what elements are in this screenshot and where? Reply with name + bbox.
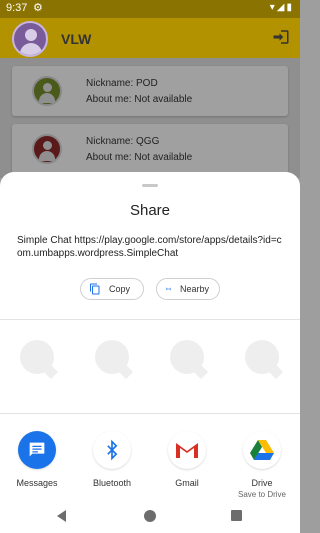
share-app-row: Messages Bluetooth Gmail Drive Save to D… [0,431,300,499]
nearby-button[interactable]: Nearby [156,278,220,300]
contact-nickname: Nickname: POD [86,78,158,89]
app-label: Drive [251,478,273,488]
home-icon[interactable] [144,510,156,522]
app-label: Gmail [175,478,199,488]
recents-icon[interactable] [231,510,242,521]
avatar-head [43,83,52,92]
contact-card[interactable]: Nickname: POD About me: Not available [12,66,288,116]
drag-handle[interactable] [142,184,158,187]
navigation-bar [0,500,300,533]
app-label: Messages [16,478,58,488]
nearby-label: Nearby [179,284,209,294]
back-icon[interactable] [57,510,66,522]
contact-avatar [32,134,62,164]
avatar-head [43,141,52,150]
messages-icon [18,431,56,469]
copy-icon [90,283,100,295]
bluetooth-icon [93,431,131,469]
share-app-gmail[interactable]: Gmail [157,431,217,488]
placeholder-target [95,340,129,374]
app-sublabel: Save to Drive [237,490,287,499]
contact-about: About me: Not available [86,152,193,163]
battery-icon: ▮ [286,2,294,13]
placeholder-target [170,340,204,374]
status-icons: ▾◢▮ [270,2,294,13]
copy-button[interactable]: Copy [80,278,144,300]
status-time: 9:37 [6,2,28,14]
nearby-icon [165,287,172,291]
placeholder-target [245,340,279,374]
avatar-body [20,43,42,55]
contact-avatar [32,76,62,106]
app-label: Bluetooth [92,478,132,488]
divider [0,413,300,414]
drive-icon [243,431,281,469]
status-bar: 9:37 ⚙ ▾◢▮ [0,0,300,18]
copy-label: Copy [109,284,131,294]
app-title: VLW [61,31,92,47]
divider [0,319,300,320]
logout-icon[interactable] [272,28,290,46]
avatar-head [25,29,37,41]
settings-gear-icon: ⚙ [33,2,43,14]
share-app-drive[interactable]: Drive Save to Drive [232,431,292,499]
share-app-bluetooth[interactable]: Bluetooth [82,431,142,488]
contact-list: Nickname: POD About me: Not available Ni… [0,58,300,178]
share-sheet: Share Simple Chat https://play.google.co… [0,172,300,533]
profile-avatar[interactable] [12,21,48,57]
avatar-body [39,93,55,103]
placeholder-target [20,340,54,374]
app-bar: VLW [0,18,300,58]
wifi-icon: ▾ [269,2,277,13]
avatar-body [39,151,55,161]
contact-nickname: Nickname: QGG [86,136,160,147]
share-text: Simple Chat https://play.google.com/stor… [17,235,282,259]
direct-share-placeholders [0,340,300,380]
share-app-messages[interactable]: Messages [7,431,67,488]
share-title: Share [129,202,171,219]
gmail-icon [168,431,206,469]
contact-card[interactable]: Nickname: QGG About me: Not available [12,124,288,174]
contact-about: About me: Not available [86,94,193,105]
